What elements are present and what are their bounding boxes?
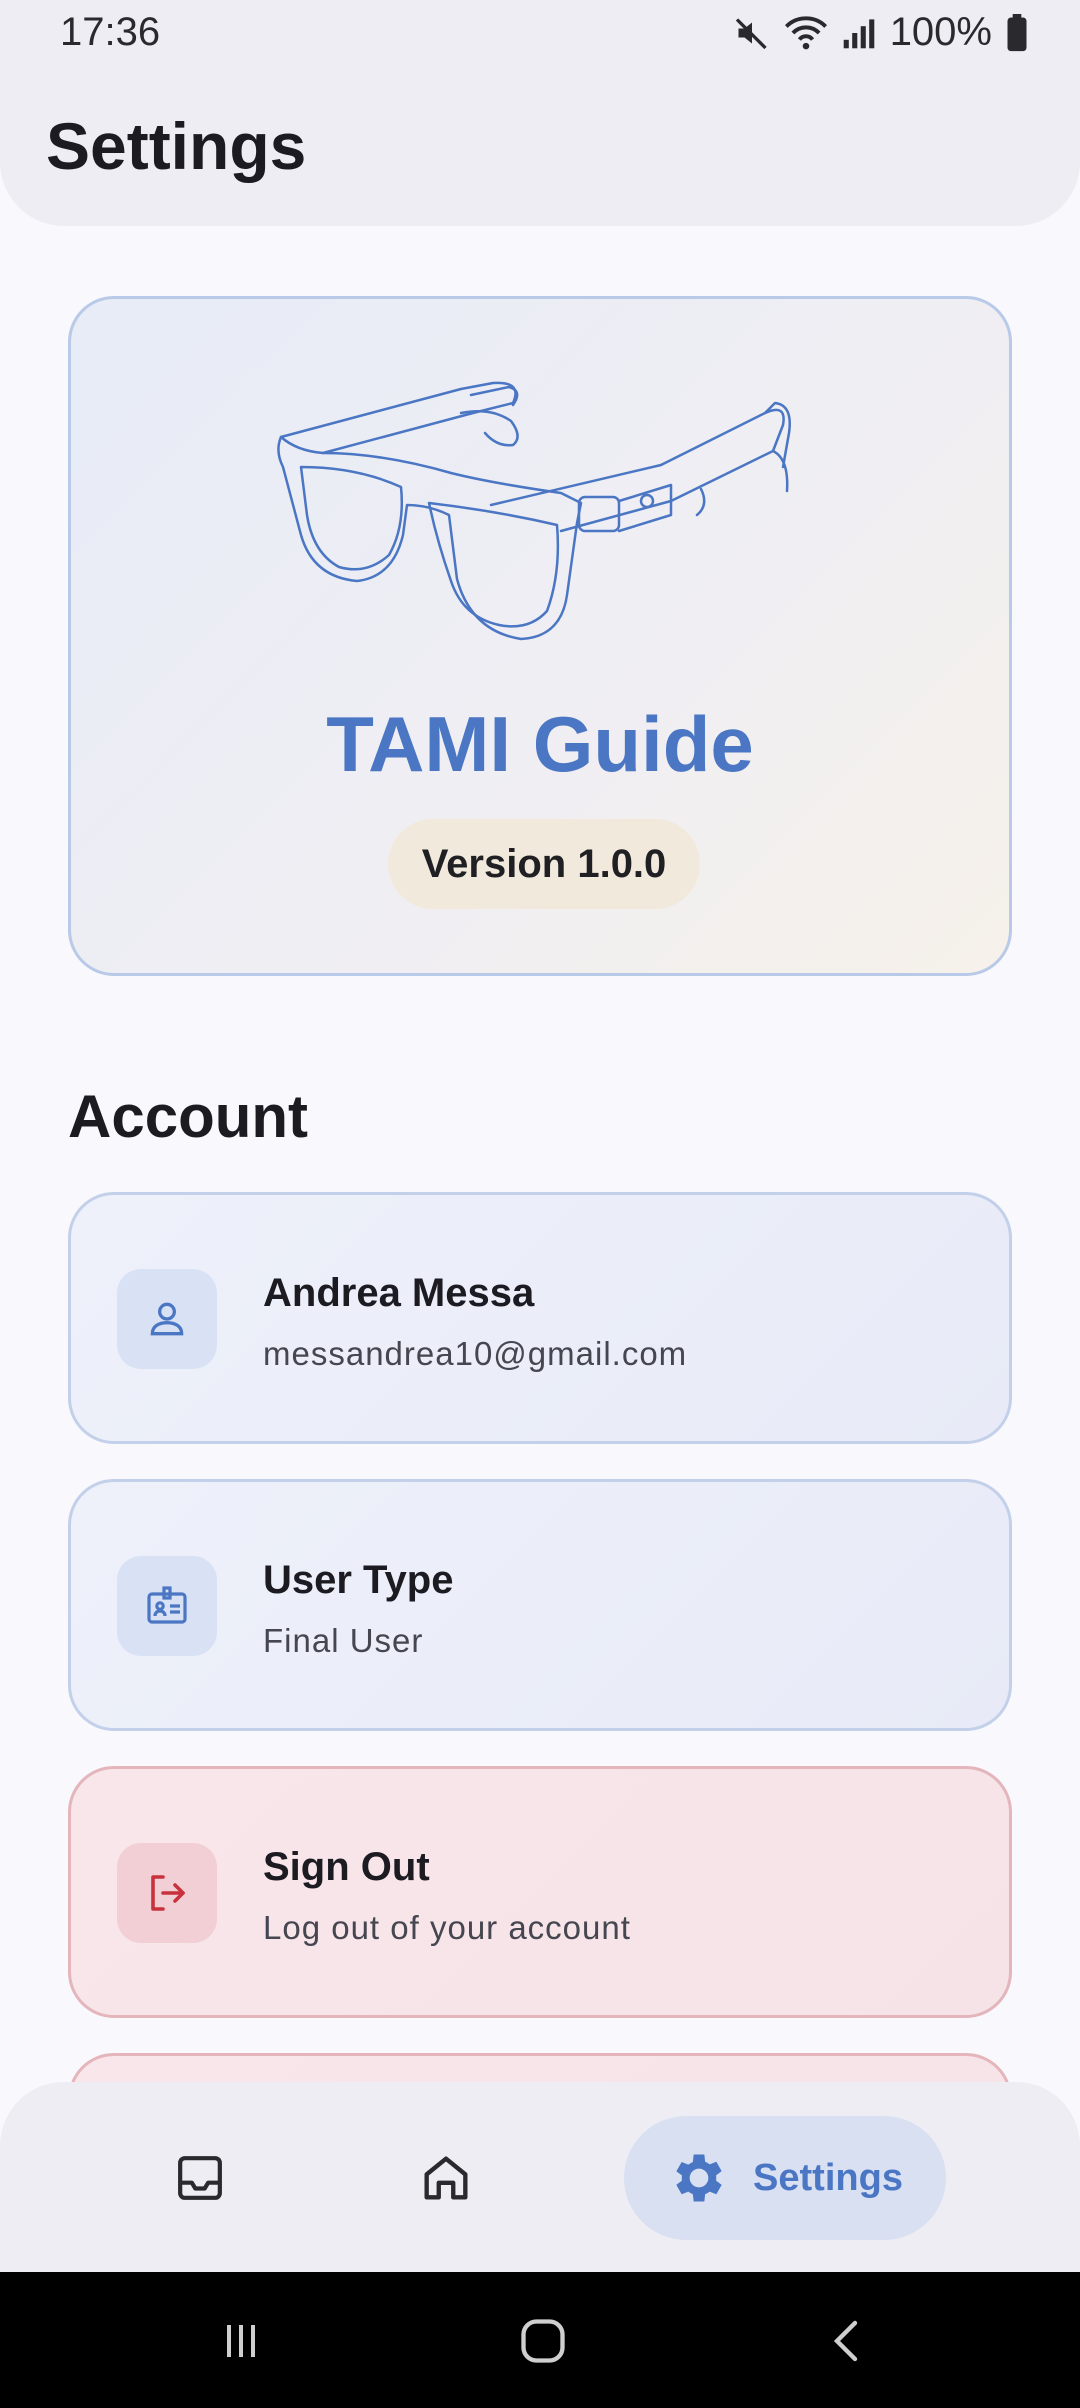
id-badge-icon <box>117 1556 217 1656</box>
nav-settings-tab[interactable]: Settings <box>624 2116 946 2240</box>
home-icon[interactable] <box>414 2146 478 2210</box>
system-navigation-bar <box>0 2272 1080 2408</box>
sign-out-card[interactable]: Sign Out Log out of your account <box>68 1766 1012 2018</box>
home-button-icon[interactable] <box>508 2306 578 2376</box>
page-title: Settings <box>46 109 307 183</box>
top-app-bar: 17:36 100% Settings <box>0 0 1080 226</box>
mute-icon <box>735 17 767 49</box>
logout-icon <box>117 1843 217 1943</box>
battery-percent: 100% <box>889 10 992 54</box>
wifi-icon <box>784 15 827 49</box>
profile-name: Andrea Messa <box>263 1271 535 1315</box>
smart-glasses-illustration <box>277 381 791 641</box>
settings-screen: 17:36 100% Settings TAMI Guide Version 1… <box>0 0 1080 2408</box>
gear-icon <box>676 2154 722 2202</box>
back-icon[interactable] <box>812 2306 882 2376</box>
inbox-icon[interactable] <box>168 2146 232 2210</box>
status-icons: 100% <box>734 10 1028 55</box>
bottom-navigation: Settings <box>0 2082 1080 2272</box>
user-type-value: Final User <box>263 1622 424 1659</box>
account-profile-card[interactable]: Andrea Messa messandrea10@gmail.com <box>68 1192 1012 1444</box>
app-name: TAMI Guide <box>326 700 754 788</box>
sign-out-subtitle: Log out of your account <box>263 1909 631 1946</box>
signal-icon <box>843 18 874 48</box>
user-type-title: User Type <box>263 1558 454 1602</box>
version-badge: Version 1.0.0 <box>388 819 700 909</box>
status-time: 17:36 <box>60 10 161 54</box>
profile-email: messandrea10@gmail.com <box>263 1335 688 1372</box>
app-info-card: TAMI Guide Version 1.0.0 <box>68 296 1012 976</box>
user-type-card[interactable]: User Type Final User <box>68 1479 1012 1731</box>
person-icon <box>117 1269 217 1369</box>
nav-settings-label: Settings <box>753 2156 903 2199</box>
section-title-account: Account <box>68 1083 308 1150</box>
battery-icon <box>1007 13 1027 51</box>
sign-out-title: Sign Out <box>263 1845 430 1889</box>
recent-apps-icon[interactable] <box>206 2306 276 2376</box>
